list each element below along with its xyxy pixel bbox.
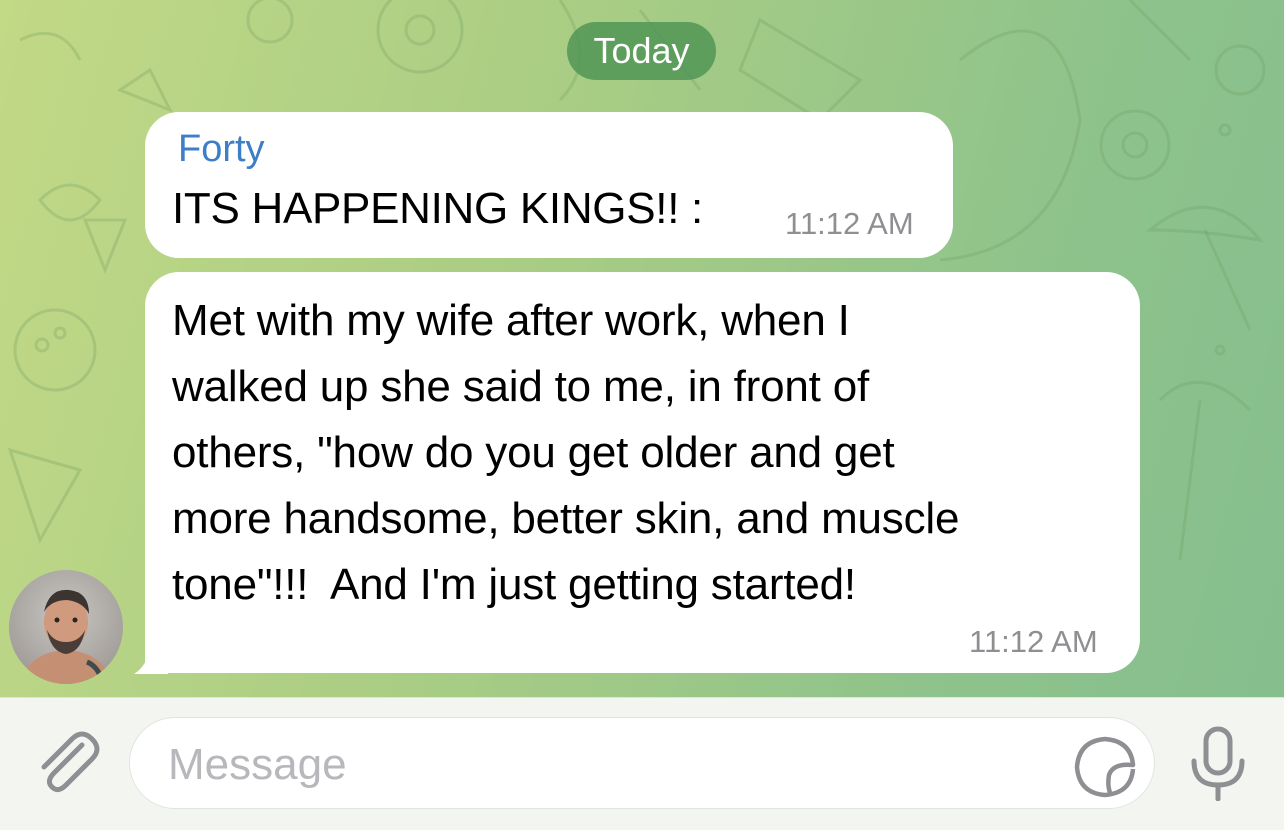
paperclip-icon[interactable]: [30, 725, 106, 801]
message-text: ITS HAPPENING KINGS!! :: [172, 184, 703, 233]
message-bubble[interactable]: Forty ITS HAPPENING KINGS!! : 11:12 AM: [145, 112, 953, 258]
message-input[interactable]: Message: [129, 717, 1155, 809]
message-placeholder: Message: [168, 740, 347, 789]
chat-background: Today Forty ITS HAPPENING KINGS!! : 11:1…: [0, 0, 1284, 697]
date-separator: Today: [567, 22, 716, 80]
message-timestamp: 11:12 AM: [785, 206, 914, 241]
message-text: Met with my wife after work, when I walk…: [172, 296, 960, 609]
sender-name[interactable]: Forty: [178, 128, 265, 171]
avatar[interactable]: [9, 570, 123, 684]
message-bubble[interactable]: Met with my wife after work, when I walk…: [145, 272, 1140, 673]
microphone-icon[interactable]: [1185, 725, 1251, 801]
sticker-icon[interactable]: [1073, 735, 1137, 799]
message-timestamp: 11:12 AM: [969, 624, 1098, 659]
